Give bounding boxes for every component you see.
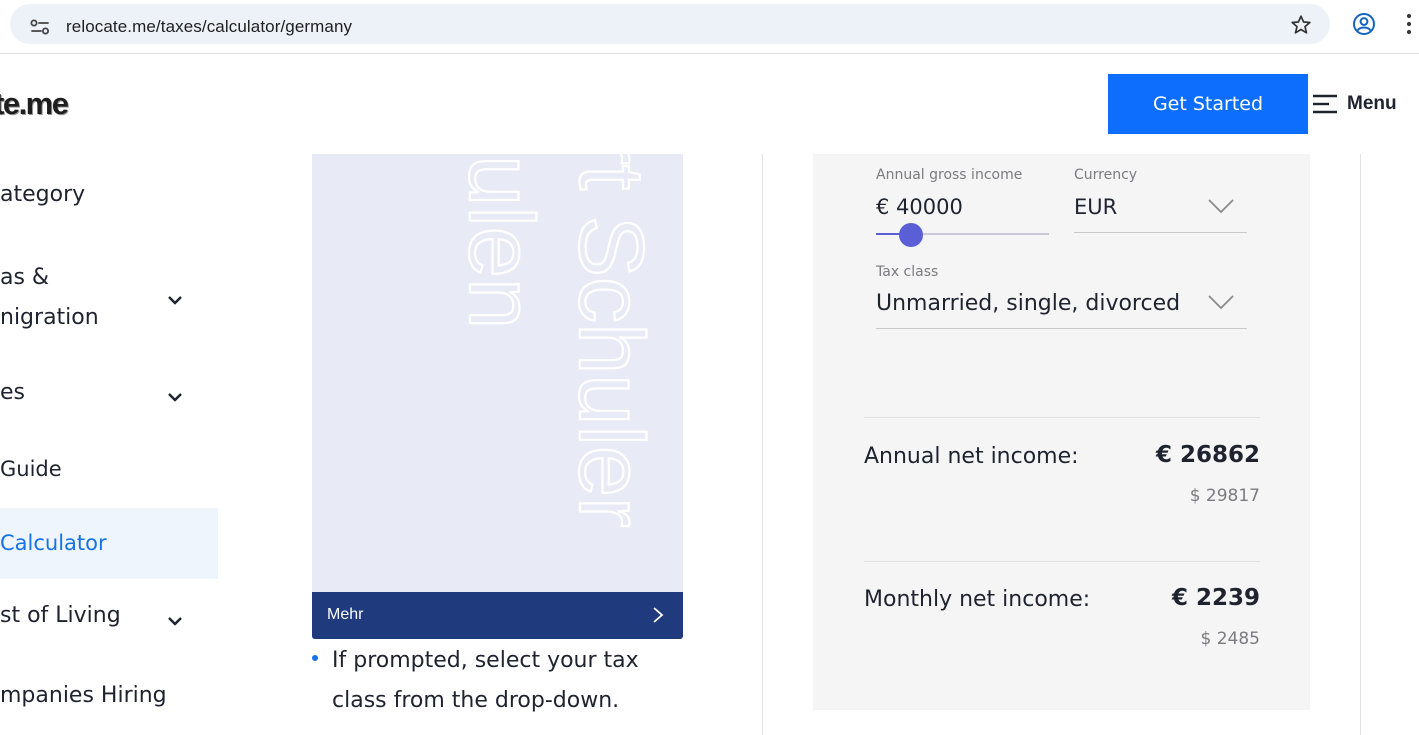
- currency-value: EUR: [1074, 195, 1118, 219]
- sidebar-item-label: es: [0, 380, 25, 405]
- ad-more-label: Mehr: [327, 606, 364, 623]
- taxclass-underline: [876, 328, 1247, 329]
- site-info-icon[interactable]: [30, 19, 50, 35]
- sidebar-item-label-line2: nigration: [0, 305, 99, 330]
- bookmark-star-icon[interactable]: [1289, 13, 1313, 37]
- ad-art-text-2: hulen: [450, 154, 552, 329]
- monthly-net-value: € 2239: [1171, 585, 1260, 611]
- currency-label: Currency: [1074, 167, 1138, 183]
- sidebar-item-label: Guide: [0, 457, 62, 481]
- menu-button[interactable]: Menu: [1312, 92, 1397, 116]
- get-started-button[interactable]: Get Started: [1108, 74, 1308, 134]
- result-divider: [864, 417, 1260, 418]
- chevron-down-icon[interactable]: [166, 391, 184, 403]
- tax-calculator-panel: Annual gross income € 40000 Currency EUR…: [813, 154, 1310, 710]
- monthly-net-usd: $ 2485: [1200, 629, 1260, 649]
- annual-net-usd: $ 29817: [1189, 486, 1260, 506]
- site-header: te.me Get Started Menu: [0, 54, 1419, 154]
- monthly-net-label: Monthly net income:: [864, 587, 1091, 612]
- income-input[interactable]: € 40000: [876, 195, 963, 219]
- annual-net-label: Annual net income:: [864, 444, 1079, 469]
- sidebar-item-companies-hiring[interactable]: mpanies Hiring: [0, 683, 218, 719]
- ad-more-bar[interactable]: Mehr: [312, 592, 683, 639]
- currency-underline: [1074, 232, 1247, 233]
- instruction-text: If prompted, select your tax class from …: [332, 648, 639, 713]
- chevron-down-icon: [1208, 199, 1234, 214]
- sidebar-item-taxes[interactable]: es: [0, 380, 218, 416]
- more-vert-icon[interactable]: [1404, 12, 1414, 36]
- url-text[interactable]: relocate.me/taxes/calculator/germany: [66, 17, 352, 37]
- chevron-right-icon: [653, 607, 664, 623]
- sidebar-item-cost-of-living[interactable]: st of Living: [0, 603, 218, 639]
- ad-banner[interactable]: rt Schuler hulen Mehr: [312, 154, 683, 639]
- sidebar-nav: ategory as & nigration es Guide Calculat…: [0, 154, 218, 735]
- site-logo[interactable]: te.me: [0, 86, 69, 122]
- sidebar-item-label: st of Living: [0, 603, 121, 628]
- sidebar-item-category[interactable]: ategory: [0, 182, 218, 218]
- browser-toolbar: relocate.me/taxes/calculator/germany: [0, 0, 1419, 54]
- address-bar[interactable]: relocate.me/taxes/calculator/germany: [10, 4, 1330, 44]
- sidebar-item-label: Calculator: [0, 531, 107, 555]
- taxclass-value: Unmarried, single, divorced: [876, 291, 1181, 316]
- ad-art-text-1: rt Schuler: [560, 154, 662, 528]
- sidebar-item-tax-guide[interactable]: Guide: [0, 457, 218, 493]
- sidebar-item-label: mpanies Hiring: [0, 683, 167, 708]
- hamburger-menu-icon: [1313, 94, 1337, 114]
- sidebar-item-visas-immigration[interactable]: as & nigration: [0, 258, 218, 342]
- chevron-down-icon: [1208, 295, 1234, 310]
- result-divider: [864, 561, 1260, 562]
- income-label: Annual gross income: [876, 167, 1023, 183]
- bullet-icon: [312, 655, 318, 661]
- menu-label: Menu: [1347, 93, 1397, 114]
- income-slider-thumb[interactable]: [898, 223, 923, 247]
- profile-icon[interactable]: [1352, 12, 1376, 36]
- taxclass-label: Tax class: [876, 264, 939, 280]
- sidebar-item-label: as &: [0, 265, 50, 290]
- sidebar-item-tax-calculator[interactable]: Calculator: [0, 508, 218, 579]
- annual-net-value: € 26862: [1155, 442, 1260, 468]
- chevron-down-icon[interactable]: [166, 294, 184, 306]
- ad-artwork: rt Schuler hulen: [449, 154, 663, 529]
- sidebar-item-label: ategory: [0, 182, 86, 207]
- column-divider: [1360, 154, 1361, 735]
- chevron-down-icon[interactable]: [166, 615, 184, 627]
- column-divider: [762, 154, 763, 735]
